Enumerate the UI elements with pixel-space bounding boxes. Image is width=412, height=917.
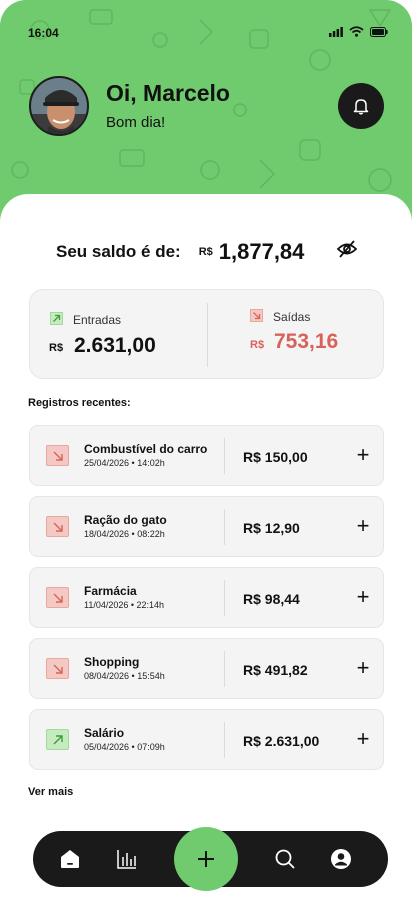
greeting-subtitle: Bom dia! (106, 114, 166, 131)
plus-icon[interactable]: + (352, 657, 374, 679)
profile-icon[interactable] (329, 847, 353, 871)
balance-label: Seu saldo é de: (56, 242, 181, 261)
record-amount: R$ 150,00 (243, 449, 308, 465)
balance-currency: R$ (198, 246, 213, 258)
record-amount: R$ 12,90 (243, 520, 300, 536)
record-name: Farmácia (84, 584, 137, 598)
eye-off-icon[interactable] (336, 239, 358, 259)
record-divider (224, 722, 225, 758)
record-item[interactable]: Shopping 08/04/2026 • 15:54h R$ 491,82 + (29, 638, 384, 699)
income-label: Entradas (73, 313, 122, 327)
status-time: 16:04 (28, 26, 59, 40)
home-icon[interactable] (58, 847, 82, 871)
signal-icon (329, 26, 343, 37)
status-bar: 16:04 (0, 0, 412, 60)
battery-icon (370, 26, 388, 37)
record-date: 18/04/2026 • 08:22h (84, 529, 165, 539)
record-item[interactable]: Salário 05/04/2026 • 07:09h R$ 2.631,00 … (29, 709, 384, 770)
balance-row: Seu saldo é de: R$ 1,877,84 (56, 236, 376, 268)
record-amount: R$ 2.631,00 (243, 733, 320, 749)
record-item[interactable]: Combustível do carro 25/04/2026 • 14:02h… (29, 425, 384, 486)
expense-value: 753,16 (274, 330, 339, 353)
arrow-down-right-icon (46, 516, 69, 537)
chart-icon[interactable] (115, 847, 139, 871)
status-icons (329, 26, 388, 37)
record-date: 11/04/2026 • 22:14h (84, 600, 165, 610)
balance-value: 1,877,84 (218, 239, 305, 264)
add-record-button[interactable] (174, 827, 238, 891)
arrow-up-right-icon (50, 312, 63, 325)
record-divider (224, 651, 225, 687)
record-divider (224, 580, 225, 616)
arrow-down-right-icon (46, 587, 69, 608)
record-amount: R$ 98,44 (243, 591, 300, 607)
record-divider (224, 509, 225, 545)
record-date: 05/04/2026 • 07:09h (84, 742, 165, 752)
plus-icon[interactable]: + (352, 444, 374, 466)
record-name: Shopping (84, 655, 140, 669)
search-icon[interactable] (273, 847, 297, 871)
summary-card: Entradas R$ 2.631,00 Saídas R$ 753,16 (29, 289, 384, 379)
income-currency: R$ (49, 342, 64, 354)
arrow-down-right-icon (46, 658, 69, 679)
expense-currency: R$ (250, 339, 265, 351)
summary-divider (207, 303, 208, 367)
avatar[interactable] (29, 76, 89, 136)
arrow-up-right-icon (46, 729, 69, 750)
see-more-link[interactable]: Ver mais (28, 786, 73, 798)
notifications-button[interactable] (338, 83, 384, 129)
plus-icon[interactable]: + (352, 728, 374, 750)
record-date: 08/04/2026 • 15:54h (84, 671, 165, 681)
records-title: Registros recentes: (28, 397, 131, 409)
record-name: Ração do gato (84, 513, 167, 527)
plus-icon (198, 851, 214, 867)
record-name: Salário (84, 726, 125, 740)
record-item[interactable]: Ração do gato 18/04/2026 • 08:22h R$ 12,… (29, 496, 384, 557)
record-divider (224, 438, 225, 474)
plus-icon[interactable]: + (352, 515, 374, 537)
expense-label: Saídas (273, 310, 311, 324)
plus-icon[interactable]: + (352, 586, 374, 608)
bell-icon (353, 99, 369, 115)
greeting-title: Oi, Marcelo (106, 80, 230, 106)
app-screen: 16:04 Oi, Marcelo Bom dia! Seu saldo é d… (0, 0, 412, 917)
record-amount: R$ 491,82 (243, 662, 308, 678)
record-name: Combustível do carro (84, 442, 208, 456)
record-item[interactable]: Farmácia 11/04/2026 • 22:14h R$ 98,44 + (29, 567, 384, 628)
arrow-down-right-icon (250, 309, 263, 322)
income-value: 2.631,00 (74, 334, 156, 357)
wifi-icon (349, 26, 364, 37)
record-date: 25/04/2026 • 14:02h (84, 458, 165, 468)
arrow-down-right-icon (46, 445, 69, 466)
